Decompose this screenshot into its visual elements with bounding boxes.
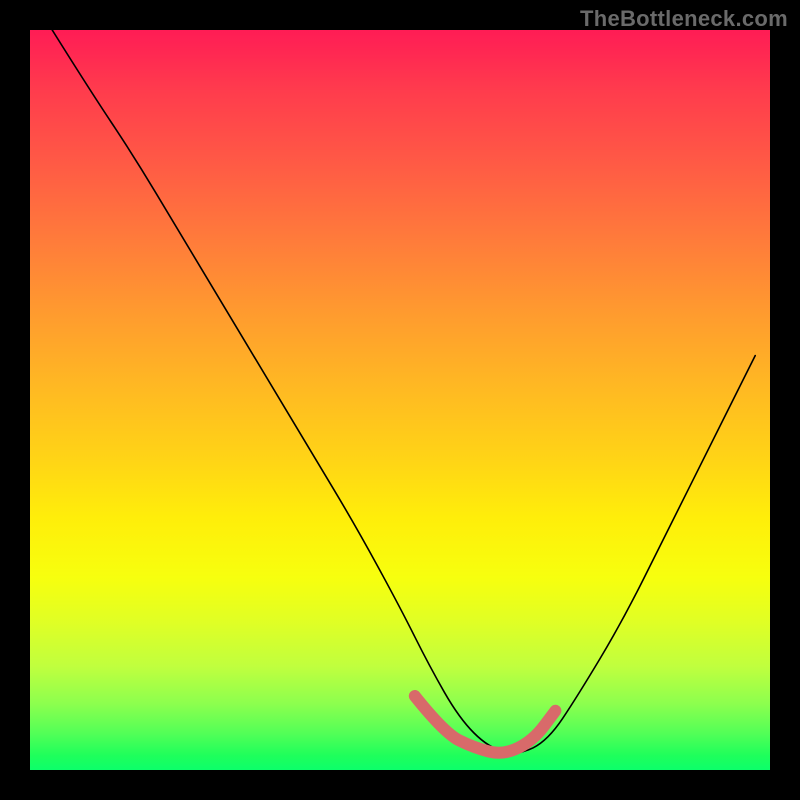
plot-area [30, 30, 770, 770]
watermark-text: TheBottleneck.com [580, 6, 788, 32]
chart-frame: TheBottleneck.com [0, 0, 800, 800]
heat-gradient [30, 30, 770, 770]
